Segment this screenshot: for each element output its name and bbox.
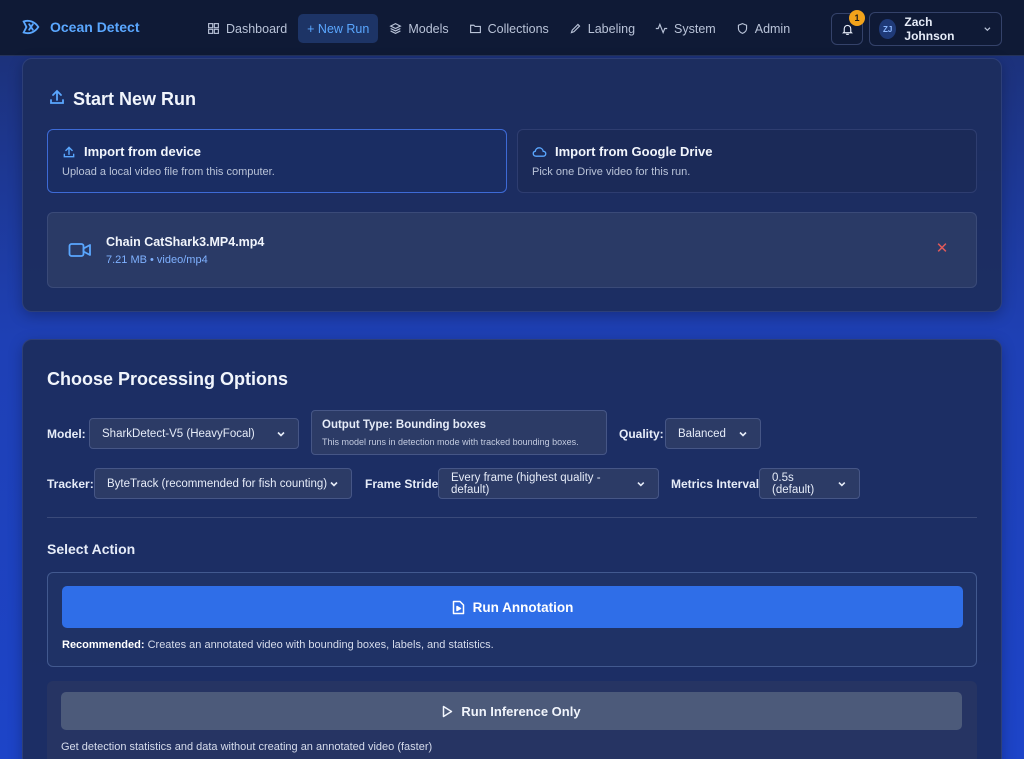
- nav-dashboard[interactable]: Dashboard: [198, 14, 296, 43]
- avatar: ZJ: [879, 19, 897, 39]
- file-meta: 7.21 MB • video/mp4: [106, 254, 208, 266]
- nav-label: Dashboard: [226, 21, 288, 36]
- notification-badge: 1: [849, 10, 865, 26]
- run-inference-button[interactable]: Run Inference Only: [61, 692, 962, 730]
- user-menu[interactable]: ZJ Zach Johnson: [869, 12, 1002, 46]
- nav-label: Labeling: [587, 21, 636, 36]
- upload-icon: [50, 89, 64, 104]
- options-title: Choose Processing Options: [47, 369, 289, 389]
- nav-label: System: [674, 21, 716, 36]
- import-device-subtitle: Upload a local video file from this comp…: [62, 166, 275, 178]
- run-inference-label: Run Inference Only: [461, 703, 581, 719]
- selected-file-row: Chain CatShark3.MP4.mp4 7.21 MB • video/…: [47, 212, 977, 288]
- output-type-info: Output Type: Bounding boxes This model r…: [311, 410, 607, 455]
- video-icon: [68, 243, 91, 257]
- annotation-note-bold: Recommended:: [62, 639, 145, 651]
- nav-admin[interactable]: Admin: [727, 14, 799, 43]
- file-name: Chain CatShark3.MP4.mp4: [106, 235, 265, 249]
- nav-models[interactable]: Models: [380, 14, 457, 43]
- cloud-icon: [532, 146, 547, 157]
- fish-logo-icon: [22, 19, 40, 35]
- nav-label: + New Run: [307, 21, 370, 36]
- play-icon: [443, 705, 453, 717]
- start-run-card: Start New Run Import from device Upload …: [22, 58, 1002, 312]
- inference-note: Get detection statistics and data withou…: [61, 741, 433, 753]
- nav-label: Collections: [487, 21, 549, 36]
- quality-label: Quality:: [619, 427, 664, 441]
- user-name: Zach Johnson: [904, 15, 955, 43]
- chevron-down-icon: [277, 431, 285, 437]
- chevron-down-icon: [838, 481, 846, 487]
- stride-label: Frame Stride:: [365, 477, 443, 491]
- chevron-down-icon: [984, 27, 991, 32]
- import-device-option[interactable]: Import from device Upload a local video …: [47, 129, 507, 193]
- metrics-label: Metrics Interval:: [671, 477, 764, 491]
- chevron-down-icon: [637, 481, 645, 487]
- stride-select[interactable]: Every frame (highest quality - default): [438, 468, 659, 499]
- model-value: SharkDetect-V5 (HeavyFocal): [102, 427, 255, 440]
- nav-system[interactable]: System: [646, 14, 725, 43]
- metrics-value: 0.5s (default): [772, 471, 815, 496]
- brand[interactable]: Ocean Detect: [20, 16, 139, 38]
- quality-value: Balanced: [678, 427, 726, 440]
- inference-option: Run Inference Only Get detection statist…: [47, 681, 977, 759]
- video-file-icon: [452, 600, 464, 614]
- start-run-title: Start New Run: [73, 89, 197, 109]
- main-nav: Dashboard + New Run Models Collections L…: [198, 14, 799, 43]
- tracker-select[interactable]: ByteTrack (recommended for fish counting…: [94, 468, 352, 499]
- upload-icon: [63, 145, 75, 157]
- import-drive-title: Import from Google Drive: [555, 144, 713, 159]
- layers-icon: [389, 22, 402, 35]
- nav-collections[interactable]: Collections: [460, 14, 558, 43]
- shield-icon: [737, 23, 747, 34]
- import-drive-option[interactable]: Import from Google Drive Pick one Drive …: [517, 129, 977, 193]
- grid-icon: [208, 23, 219, 34]
- stride-value: Every frame (highest quality - default): [451, 471, 601, 496]
- nav-label: Models: [408, 21, 449, 36]
- brand-name: Ocean Detect: [50, 19, 140, 35]
- annotation-note: Recommended: Creates an annotated video …: [62, 639, 494, 651]
- chevron-down-icon: [330, 481, 338, 487]
- annotation-option: Run Annotation Recommended: Creates an a…: [47, 572, 977, 667]
- remove-file-button[interactable]: ✕: [934, 241, 950, 257]
- quality-select[interactable]: Balanced: [665, 418, 761, 449]
- annotation-note-text: Creates an annotated video with bounding…: [144, 639, 494, 651]
- tracker-value: ByteTrack (recommended for fish counting…: [107, 477, 328, 490]
- output-type-title: Output Type: Bounding boxes: [322, 419, 486, 431]
- divider: [47, 517, 977, 518]
- nav-labeling[interactable]: Labeling: [560, 14, 644, 43]
- run-annotation-label: Run Annotation: [472, 599, 574, 615]
- import-drive-subtitle: Pick one Drive video for this run.: [532, 166, 691, 178]
- model-label: Model:: [47, 427, 86, 441]
- chevron-down-icon: [739, 431, 747, 437]
- model-select[interactable]: SharkDetect-V5 (HeavyFocal): [89, 418, 299, 449]
- pencil-icon: [570, 23, 581, 34]
- output-type-subtitle: This model runs in detection mode with t…: [322, 437, 579, 447]
- metrics-select[interactable]: 0.5s (default): [759, 468, 860, 499]
- top-navbar: Ocean Detect Dashboard + New Run Models …: [0, 0, 1024, 56]
- nav-label: Admin: [754, 21, 791, 36]
- select-action-title: Select Action: [47, 541, 136, 557]
- activity-icon: [655, 22, 668, 35]
- nav-new-run[interactable]: + New Run: [298, 14, 379, 43]
- tracker-label: Tracker:: [47, 477, 94, 491]
- folder-icon: [469, 24, 481, 34]
- processing-options-card: Choose Processing Options Model: SharkDe…: [22, 339, 1002, 759]
- run-annotation-button[interactable]: Run Annotation: [62, 586, 963, 628]
- import-device-title: Import from device: [84, 144, 202, 159]
